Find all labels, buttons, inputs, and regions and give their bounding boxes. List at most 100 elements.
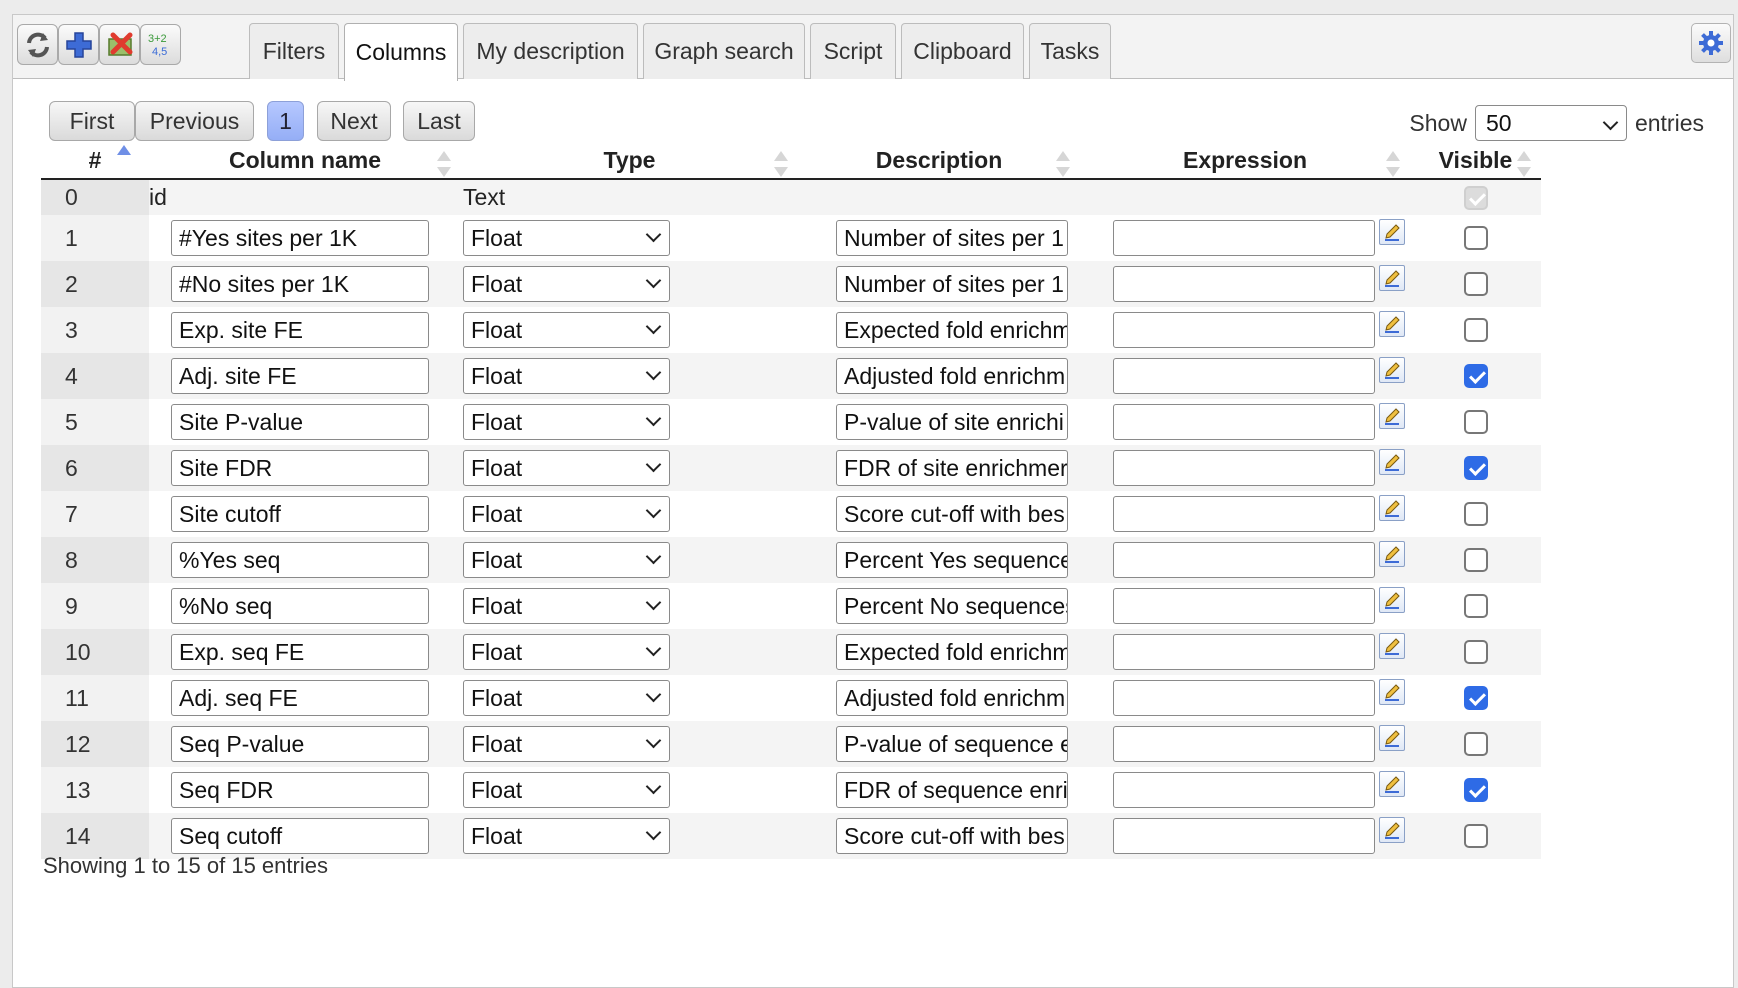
column-name-input[interactable]: Site FDR bbox=[171, 450, 429, 486]
tab-clipboard[interactable]: Clipboard bbox=[901, 23, 1024, 79]
type-select[interactable]: Float bbox=[463, 404, 670, 440]
expression-input[interactable] bbox=[1113, 312, 1375, 348]
calculator-button[interactable]: 3+2 4,5 bbox=[140, 24, 181, 65]
expression-input[interactable] bbox=[1113, 496, 1375, 532]
visible-checkbox[interactable] bbox=[1463, 594, 1488, 618]
type-select[interactable]: Float bbox=[463, 450, 670, 486]
column-name-input[interactable]: Site P-value bbox=[171, 404, 429, 440]
edit-expression-icon[interactable] bbox=[1379, 679, 1405, 705]
edit-expression-icon[interactable] bbox=[1379, 449, 1405, 475]
description-input[interactable]: Adjusted fold enrichm bbox=[836, 680, 1068, 716]
visible-checkbox[interactable] bbox=[1463, 778, 1488, 802]
expression-input[interactable] bbox=[1113, 450, 1375, 486]
visible-checkbox[interactable] bbox=[1463, 272, 1488, 296]
edit-expression-icon[interactable] bbox=[1379, 817, 1405, 843]
type-select[interactable]: Float bbox=[463, 358, 670, 394]
page-length-select[interactable]: 50 bbox=[1474, 105, 1627, 141]
visible-checkbox[interactable] bbox=[1463, 364, 1488, 388]
edit-expression-icon[interactable] bbox=[1379, 633, 1405, 659]
type-select[interactable]: Float bbox=[463, 542, 670, 578]
column-name-input[interactable]: Site cutoff bbox=[171, 496, 429, 532]
description-input[interactable]: FDR of site enrichmer bbox=[836, 450, 1068, 486]
description-input[interactable]: Number of sites per 1 bbox=[836, 266, 1068, 302]
edit-expression-icon[interactable] bbox=[1379, 265, 1405, 291]
description-input[interactable]: Adjusted fold enrichm bbox=[836, 358, 1068, 394]
type-select[interactable]: Float bbox=[463, 220, 670, 256]
visible-checkbox[interactable] bbox=[1463, 410, 1488, 434]
expression-input[interactable] bbox=[1113, 404, 1375, 440]
edit-expression-icon[interactable] bbox=[1379, 357, 1405, 383]
description-input[interactable]: Number of sites per 1 bbox=[836, 220, 1068, 256]
first-page-button[interactable]: First bbox=[49, 101, 135, 141]
expression-input[interactable] bbox=[1113, 588, 1375, 624]
column-name-input[interactable]: #No sites per 1K bbox=[171, 266, 429, 302]
expression-input[interactable] bbox=[1113, 266, 1375, 302]
type-select[interactable]: Float bbox=[463, 726, 670, 762]
description-input[interactable]: Score cut-off with bes bbox=[836, 818, 1068, 854]
visible-checkbox[interactable] bbox=[1463, 686, 1488, 710]
edit-expression-icon[interactable] bbox=[1379, 495, 1405, 521]
tab-script[interactable]: Script bbox=[810, 23, 896, 79]
type-select[interactable]: Float bbox=[463, 588, 670, 624]
type-select[interactable]: Float bbox=[463, 496, 670, 532]
tab-graph-search[interactable]: Graph search bbox=[643, 23, 805, 79]
description-input[interactable]: Expected fold enrichm bbox=[836, 312, 1068, 348]
expression-input[interactable] bbox=[1113, 220, 1375, 256]
description-input[interactable]: Percent Yes sequence bbox=[836, 542, 1068, 578]
column-name-input[interactable]: %No seq bbox=[171, 588, 429, 624]
expression-input[interactable] bbox=[1113, 772, 1375, 808]
column-name-input[interactable]: Adj. site FE bbox=[171, 358, 429, 394]
column-name-input[interactable]: Seq cutoff bbox=[171, 818, 429, 854]
next-page-button[interactable]: Next bbox=[317, 101, 391, 141]
description-input[interactable]: P-value of sequence e bbox=[836, 726, 1068, 762]
remove-button[interactable] bbox=[99, 24, 140, 65]
visible-checkbox[interactable] bbox=[1463, 732, 1488, 756]
description-input[interactable]: P-value of site enrichi bbox=[836, 404, 1068, 440]
description-input[interactable]: Expected fold enrichm bbox=[836, 634, 1068, 670]
header-expression[interactable]: Expression bbox=[1080, 143, 1410, 180]
column-name-input[interactable]: Adj. seq FE bbox=[171, 680, 429, 716]
type-select[interactable]: Float bbox=[463, 680, 670, 716]
visible-checkbox[interactable] bbox=[1463, 824, 1488, 848]
expression-input[interactable] bbox=[1113, 634, 1375, 670]
description-input[interactable]: Score cut-off with bes bbox=[836, 496, 1068, 532]
edit-expression-icon[interactable] bbox=[1379, 403, 1405, 429]
description-input[interactable]: FDR of sequence enri bbox=[836, 772, 1068, 808]
tab-columns[interactable]: Columns bbox=[344, 23, 458, 81]
column-name-input[interactable]: Exp. seq FE bbox=[171, 634, 429, 670]
header-column-name[interactable]: Column name bbox=[149, 143, 461, 180]
edit-expression-icon[interactable] bbox=[1379, 311, 1405, 337]
description-input[interactable]: Percent No sequences bbox=[836, 588, 1068, 624]
header-type[interactable]: Type bbox=[461, 143, 798, 180]
edit-expression-icon[interactable] bbox=[1379, 219, 1405, 245]
visible-checkbox[interactable] bbox=[1463, 548, 1488, 572]
header-description[interactable]: Description bbox=[798, 143, 1080, 180]
expression-input[interactable] bbox=[1113, 542, 1375, 578]
visible-checkbox[interactable] bbox=[1463, 456, 1488, 480]
header-number[interactable]: # bbox=[41, 143, 149, 180]
column-name-input[interactable]: %Yes seq bbox=[171, 542, 429, 578]
column-name-input[interactable]: #Yes sites per 1K bbox=[171, 220, 429, 256]
settings-button[interactable] bbox=[1691, 23, 1731, 63]
column-name-input[interactable]: Seq P-value bbox=[171, 726, 429, 762]
column-name-input[interactable]: Seq FDR bbox=[171, 772, 429, 808]
visible-checkbox[interactable] bbox=[1463, 640, 1488, 664]
tab-my-description[interactable]: My description bbox=[463, 23, 638, 79]
header-visible[interactable]: Visible bbox=[1410, 143, 1541, 180]
edit-expression-icon[interactable] bbox=[1379, 541, 1405, 567]
visible-checkbox[interactable] bbox=[1463, 502, 1488, 526]
tab-tasks[interactable]: Tasks bbox=[1029, 23, 1111, 79]
edit-expression-icon[interactable] bbox=[1379, 771, 1405, 797]
type-select[interactable]: Float bbox=[463, 312, 670, 348]
visible-checkbox[interactable] bbox=[1463, 318, 1488, 342]
expression-input[interactable] bbox=[1113, 358, 1375, 394]
edit-expression-icon[interactable] bbox=[1379, 587, 1405, 613]
previous-page-button[interactable]: Previous bbox=[135, 101, 254, 141]
tab-filters[interactable]: Filters bbox=[249, 23, 339, 79]
visible-checkbox[interactable] bbox=[1463, 226, 1488, 250]
type-select[interactable]: Float bbox=[463, 634, 670, 670]
type-select[interactable]: Float bbox=[463, 818, 670, 854]
page-1-button[interactable]: 1 bbox=[267, 101, 304, 141]
expression-input[interactable] bbox=[1113, 680, 1375, 716]
column-name-input[interactable]: Exp. site FE bbox=[171, 312, 429, 348]
